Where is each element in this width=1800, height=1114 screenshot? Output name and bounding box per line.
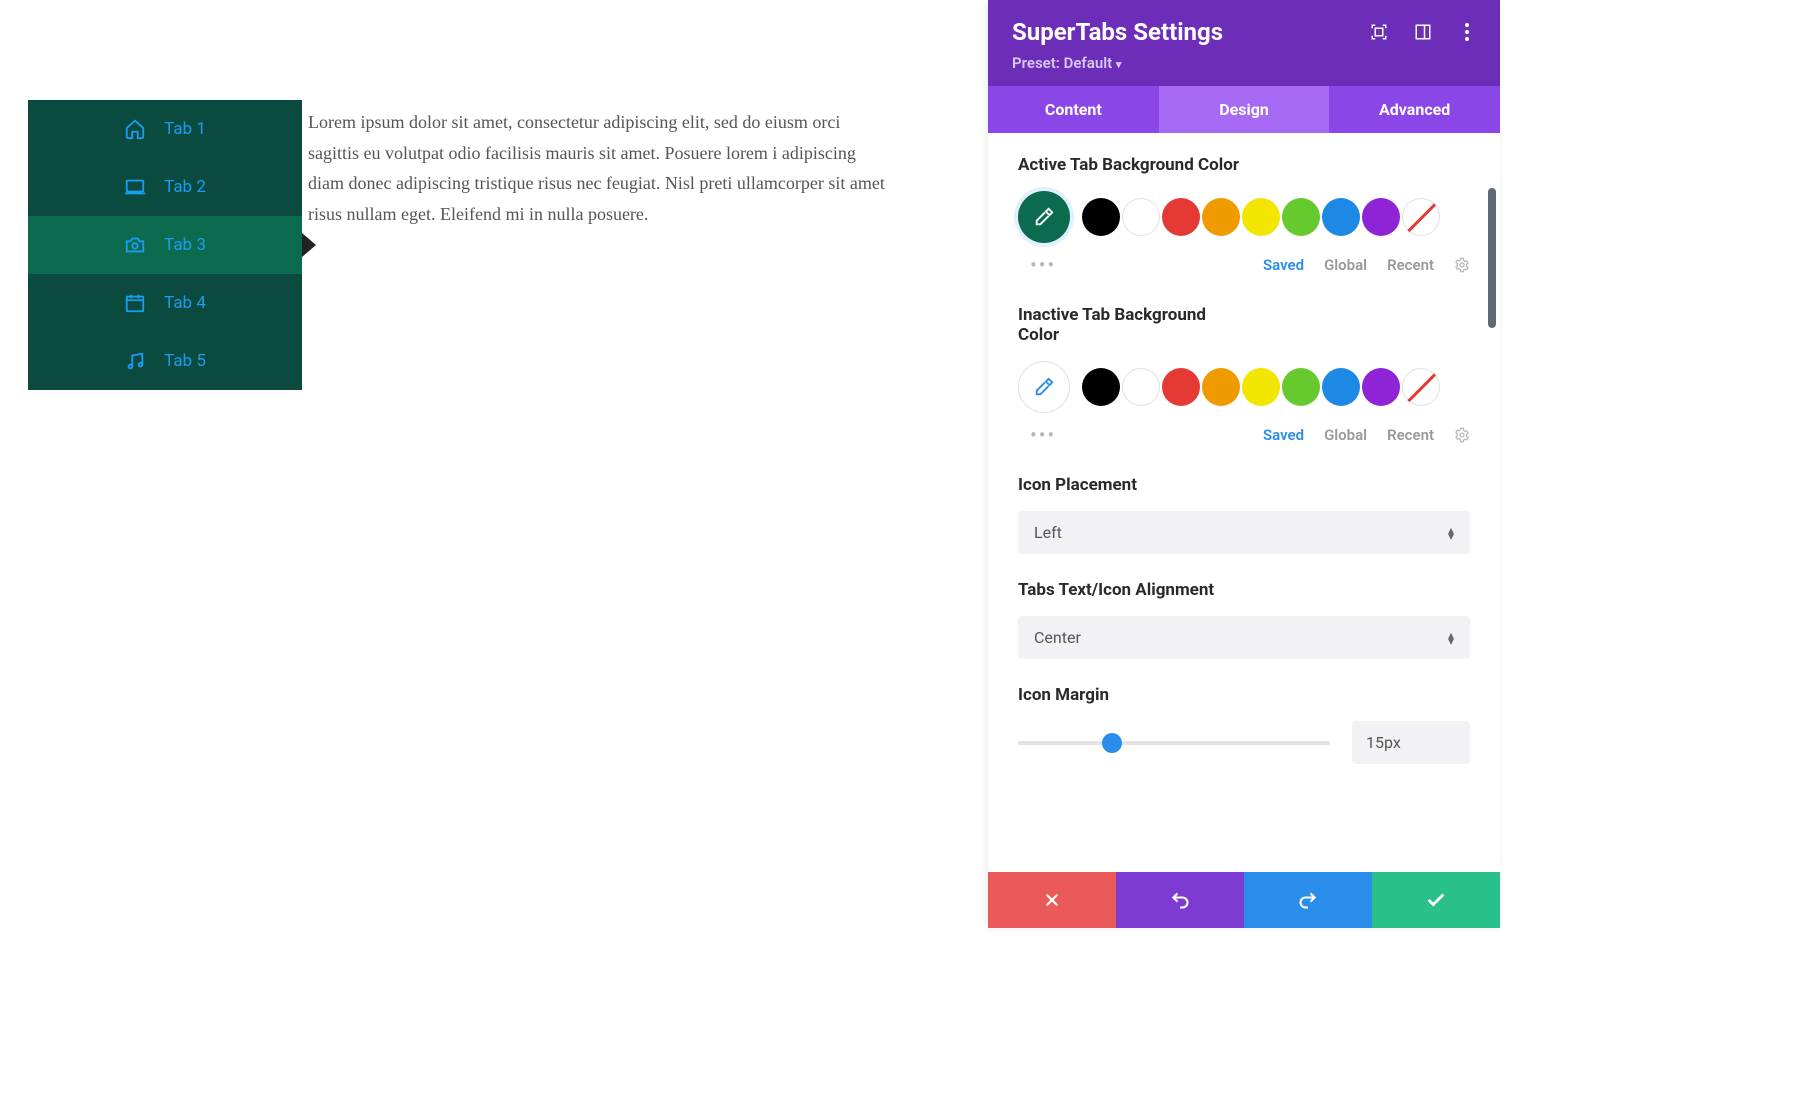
color-swatch-yellow[interactable] [1242,368,1280,406]
tab-design[interactable]: Design [1159,86,1330,133]
icon-margin-input[interactable]: 15px [1352,721,1470,764]
text-align-value: Center [1034,628,1081,647]
inactive-color-picker[interactable] [1018,361,1070,413]
color-swatch-yellow[interactable] [1242,198,1280,236]
color-swatch-black[interactable] [1082,368,1120,406]
settings-panel: SuperTabs Settings Preset: Default Conte… [988,0,1500,928]
text-align-label: Tabs Text/Icon Alignment [1018,580,1470,600]
tab-content-text: Lorem ipsum dolor sit amet, consectetur … [308,107,888,229]
tab-label: Tab 1 [164,119,206,139]
active-bg-label: Active Tab Background Color [1018,155,1470,175]
preset-label: Preset: Default [1012,54,1112,72]
icon-placement-label: Icon Placement [1018,475,1470,495]
color-swatch-green[interactable] [1282,198,1320,236]
active-tab-arrow-icon [302,233,316,257]
color-swatch-blue[interactable] [1322,198,1360,236]
expand-icon[interactable] [1370,23,1388,41]
tab-content[interactable]: Content [988,86,1159,133]
tab-item-3[interactable]: Tab 3 [28,216,302,274]
icon-margin-slider[interactable] [1018,741,1330,745]
tab-item-5[interactable]: Tab 5 [28,332,302,390]
laptop-icon [124,176,146,198]
color-swatch-white[interactable] [1122,368,1160,406]
camera-icon [124,234,146,256]
palette-global-link[interactable]: Global [1324,426,1367,444]
more-colors-icon[interactable]: ••• [1030,423,1056,447]
color-swatch-black[interactable] [1082,198,1120,236]
color-swatch-orange[interactable] [1202,368,1240,406]
color-swatch-purple[interactable] [1362,198,1400,236]
active-color-picker[interactable] [1018,191,1070,243]
scrollbar-thumb[interactable] [1488,188,1496,328]
preset-selector[interactable]: Preset: Default [1012,54,1476,72]
tab-label: Tab 5 [164,351,206,371]
cancel-button[interactable] [988,872,1116,928]
color-swatch-red[interactable] [1162,198,1200,236]
palette-recent-link[interactable]: Recent [1387,426,1434,444]
color-swatch-green[interactable] [1282,368,1320,406]
color-swatch-orange[interactable] [1202,198,1240,236]
slider-thumb[interactable] [1102,733,1122,753]
color-swatch-red[interactable] [1162,368,1200,406]
tab-item-4[interactable]: Tab 4 [28,274,302,332]
palette-saved-link[interactable]: Saved [1263,426,1304,444]
tab-item-1[interactable]: Tab 1 [28,100,302,158]
color-swatch-white[interactable] [1122,198,1160,236]
tab-label: Tab 3 [164,235,206,255]
tab-label: Tab 4 [164,293,206,313]
active-bg-swatches [1018,191,1470,243]
panel-tabs: Content Design Advanced [988,86,1500,133]
text-align-select[interactable]: Center ▴▾ [1018,616,1470,659]
tabs-preview: Tab 1 Tab 2 Tab 3 Tab 4 Tab 5 [28,100,302,390]
calendar-icon [124,292,146,314]
vertical-tabs: Tab 1 Tab 2 Tab 3 Tab 4 Tab 5 [28,100,302,390]
color-swatch-transparent[interactable] [1402,368,1440,406]
music-icon [124,350,146,372]
panel-title: SuperTabs Settings [1012,18,1223,46]
inactive-bg-swatches [1018,361,1470,413]
select-caret-icon: ▴▾ [1448,632,1454,644]
save-button[interactable] [1372,872,1500,928]
icon-placement-value: Left [1034,523,1062,542]
redo-button[interactable] [1244,872,1372,928]
tab-label: Tab 2 [164,177,206,197]
undo-button[interactable] [1116,872,1244,928]
panel-body: Active Tab Background Color ••• Saved Gl… [988,133,1500,872]
tab-advanced[interactable]: Advanced [1329,86,1500,133]
panel-footer [988,872,1500,928]
inactive-bg-label: Inactive Tab Background Color [1018,305,1248,345]
palette-global-link[interactable]: Global [1324,256,1367,274]
palette-saved-link[interactable]: Saved [1263,256,1304,274]
icon-placement-select[interactable]: Left ▴▾ [1018,511,1470,554]
palette-recent-link[interactable]: Recent [1387,256,1434,274]
panel-header: SuperTabs Settings Preset: Default [988,0,1500,86]
layout-icon[interactable] [1414,23,1432,41]
color-swatch-blue[interactable] [1322,368,1360,406]
color-swatch-transparent[interactable] [1402,198,1440,236]
select-caret-icon: ▴▾ [1448,527,1454,539]
tab-item-2[interactable]: Tab 2 [28,158,302,216]
home-icon [124,118,146,140]
more-icon[interactable] [1458,23,1476,41]
more-colors-icon[interactable]: ••• [1030,253,1056,277]
icon-margin-label: Icon Margin [1018,685,1470,705]
color-swatch-purple[interactable] [1362,368,1400,406]
palette-settings-icon[interactable] [1454,257,1470,273]
palette-settings-icon[interactable] [1454,427,1470,443]
